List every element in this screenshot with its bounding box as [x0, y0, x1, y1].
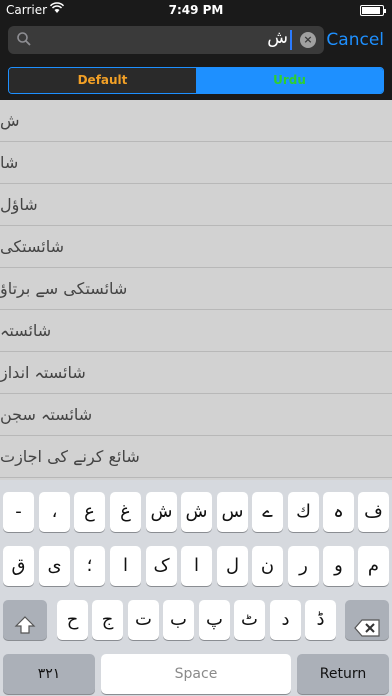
- key[interactable]: ی: [39, 546, 70, 586]
- segment-urdu[interactable]: Urdu: [196, 68, 383, 93]
- key[interactable]: -: [3, 492, 34, 532]
- list-item[interactable]: شائستہ: [0, 310, 392, 352]
- keyboard-row-3: ح ج ت ب پ ٹ د ڈ: [0, 600, 392, 640]
- key[interactable]: غ: [110, 492, 141, 532]
- space-key[interactable]: Space: [101, 654, 291, 694]
- key[interactable]: ہ: [323, 492, 354, 532]
- key[interactable]: ؛: [74, 546, 105, 586]
- search-icon: [16, 31, 32, 47]
- shift-icon: [14, 610, 36, 650]
- delete-key[interactable]: [345, 600, 389, 640]
- key[interactable]: ر: [288, 546, 319, 586]
- keyboard-row-2: ق ی ؛ ا ک ا ل ن ر و م: [0, 546, 392, 586]
- list-item[interactable]: شائستہ انداز: [0, 352, 392, 394]
- key[interactable]: ق: [3, 546, 34, 586]
- keyboard-row-4: ۳۲۱ Space Return: [0, 654, 392, 694]
- key[interactable]: س: [217, 492, 248, 532]
- shift-key[interactable]: [3, 600, 47, 640]
- key[interactable]: ا: [110, 546, 141, 586]
- key[interactable]: ب: [163, 600, 194, 640]
- key[interactable]: ڈ: [305, 600, 336, 640]
- key[interactable]: م: [358, 546, 389, 586]
- list-item[interactable]: شاؤل: [0, 184, 392, 226]
- cancel-button[interactable]: Cancel: [326, 30, 384, 50]
- key[interactable]: ل: [217, 546, 248, 586]
- key[interactable]: ف: [358, 492, 389, 532]
- segment-default[interactable]: Default: [9, 68, 196, 93]
- key[interactable]: پ: [199, 600, 230, 640]
- keyboard: - ، ع غ ش ش س ے ك ہ ف ق ی ؛ ا ک ا ل ن ر …: [0, 480, 392, 696]
- status-time: 7:49 PM: [168, 3, 224, 17]
- results-list: ش شا شاؤل شائستکی شائستکی سے برتاؤ شائست…: [0, 100, 392, 480]
- key[interactable]: و: [323, 546, 354, 586]
- list-item[interactable]: شا: [0, 142, 392, 184]
- list-item[interactable]: شائستہ سجن: [0, 394, 392, 436]
- key[interactable]: ع: [74, 492, 105, 532]
- key[interactable]: ،: [39, 492, 70, 532]
- key[interactable]: ا: [181, 546, 212, 586]
- battery-icon: [360, 5, 386, 16]
- key[interactable]: ن: [252, 546, 283, 586]
- search-input[interactable]: ش ×: [8, 26, 324, 54]
- language-segmented-control: Default Urdu: [8, 67, 384, 94]
- backspace-icon: [354, 612, 380, 652]
- key[interactable]: ٹ: [234, 600, 265, 640]
- battery-fill: [362, 7, 380, 14]
- key[interactable]: ج: [92, 600, 123, 640]
- list-item[interactable]: شائع کرنے کی اجازت: [0, 436, 392, 478]
- keyboard-row-1: - ، ع غ ش ش س ے ك ہ ف: [0, 492, 392, 532]
- list-item[interactable]: ش: [0, 100, 392, 142]
- list-item[interactable]: شائستکی: [0, 226, 392, 268]
- list-item[interactable]: شائستکی سے برتاؤ: [0, 268, 392, 310]
- return-key[interactable]: Return: [297, 654, 389, 694]
- text-caret: [290, 30, 292, 50]
- key[interactable]: د: [270, 600, 301, 640]
- numbers-key[interactable]: ۳۲۱: [3, 654, 95, 694]
- key[interactable]: ت: [128, 600, 159, 640]
- search-bar: ش × Cancel: [0, 20, 392, 60]
- search-value: ش: [267, 28, 288, 48]
- key[interactable]: ش: [146, 492, 177, 532]
- key[interactable]: ک: [146, 546, 177, 586]
- clear-icon[interactable]: ×: [300, 32, 316, 48]
- key[interactable]: ش: [181, 492, 212, 532]
- key[interactable]: ح: [57, 600, 88, 640]
- status-bar: Carrier 7:49 PM: [0, 0, 392, 20]
- segment-bar: Default Urdu: [0, 60, 392, 100]
- key[interactable]: ے: [252, 492, 283, 532]
- key[interactable]: ك: [288, 492, 319, 532]
